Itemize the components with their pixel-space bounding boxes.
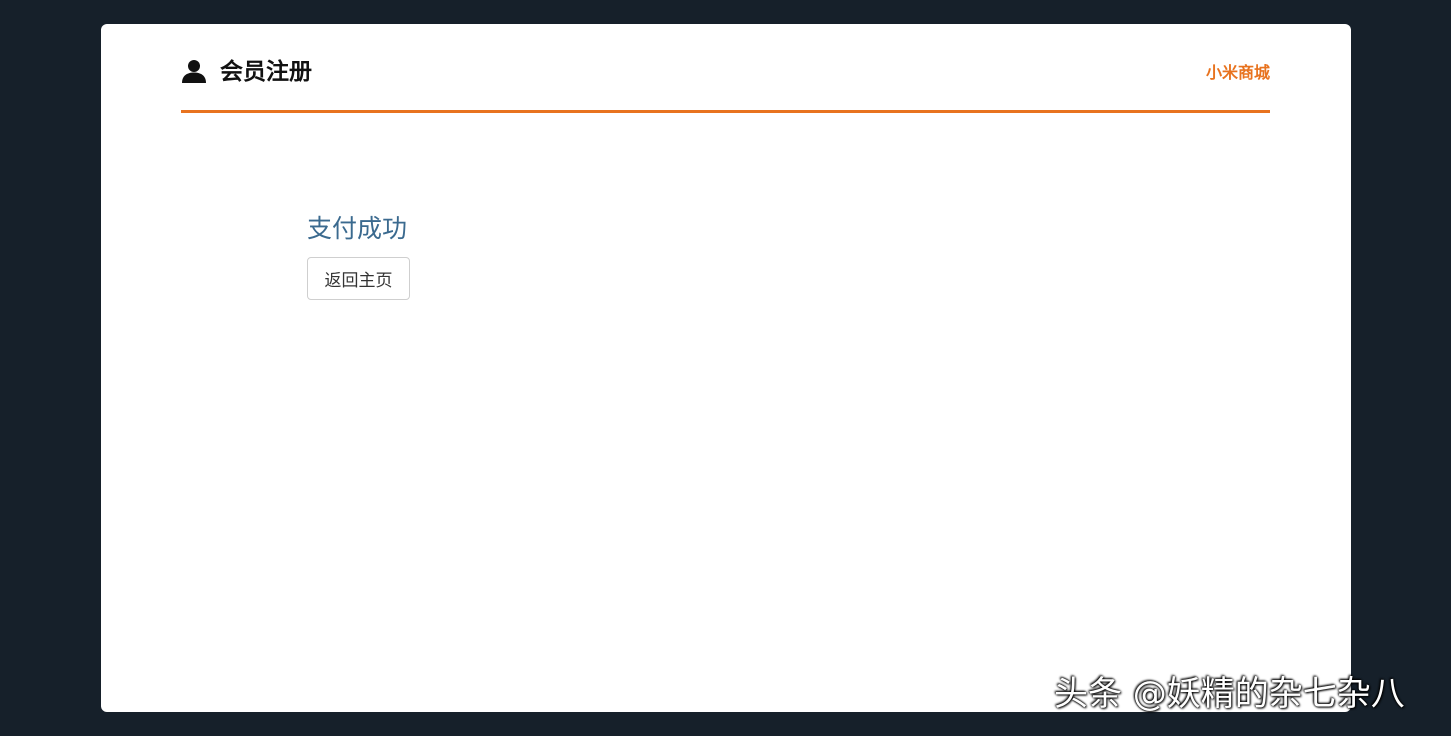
payment-success-heading: 支付成功 — [307, 214, 408, 243]
return-home-button[interactable]: 返回主页 — [307, 257, 410, 300]
page-header: 会员注册 小米商城 — [181, 56, 1270, 113]
page-title: 会员注册 — [220, 59, 312, 85]
main-panel: 会员注册 小米商城 支付成功 返回主页 — [101, 24, 1351, 712]
user-icon — [181, 58, 207, 84]
brand-link[interactable]: 小米商城 — [1206, 62, 1270, 84]
watermark: 头条 @妖精的杂七杂八 — [1054, 674, 1405, 714]
